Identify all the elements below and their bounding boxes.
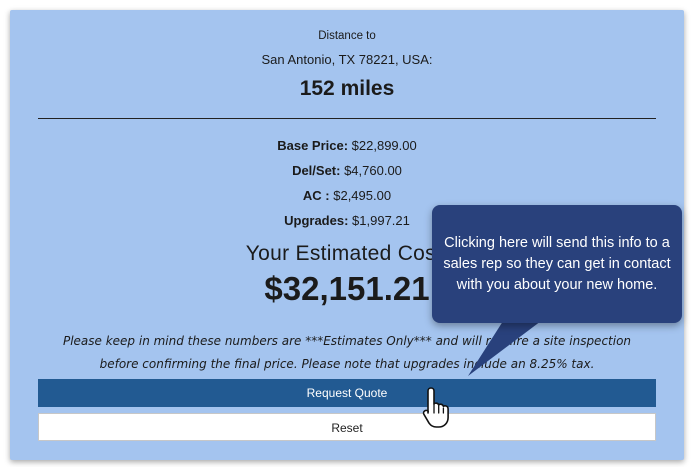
price-label: Del/Set: <box>292 163 341 178</box>
distance-label: Distance to <box>318 30 376 42</box>
price-value: $4,760.00 <box>340 163 402 178</box>
price-value: $1,997.21 <box>348 213 410 228</box>
price-label: Base Price: <box>277 138 349 153</box>
price-row-ac: AC : $2,495.00 <box>10 188 684 203</box>
price-label: AC : <box>302 188 330 203</box>
reset-button[interactable]: Reset <box>38 413 656 441</box>
divider <box>38 118 656 119</box>
tooltip-callout: Clicking here will send this info to a s… <box>432 205 682 323</box>
price-value: $2,495.00 <box>329 188 392 203</box>
price-row-delset: Del/Set: $4,760.00 <box>10 163 684 178</box>
price-row-base: Base Price: $22,899.00 <box>10 138 684 153</box>
tooltip-text: Clicking here will send this info to a s… <box>443 235 671 293</box>
price-value: $22,899.00 <box>348 138 417 153</box>
hand-pointer-cursor-icon <box>422 387 449 428</box>
price-label: Upgrades: <box>284 213 349 228</box>
distance-miles: 152 miles <box>299 77 395 100</box>
disclaimer-text: Please keep in mind these numbers are **… <box>62 334 632 371</box>
destination-address: San Antonio, TX 78221, USA: <box>261 52 433 67</box>
request-quote-button[interactable]: Request Quote <box>38 379 656 407</box>
